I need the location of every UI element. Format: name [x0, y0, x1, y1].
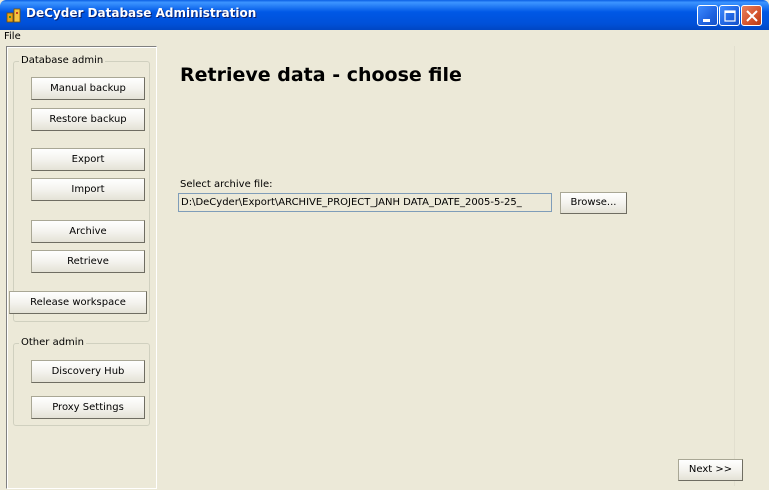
maximize-icon: [724, 10, 736, 22]
retrieve-button[interactable]: Retrieve: [31, 250, 145, 273]
release-workspace-button[interactable]: Release workspace: [9, 291, 147, 314]
window-title: DeCyder Database Administration: [26, 6, 257, 20]
title-bar[interactable]: DeCyder Database Administration: [0, 0, 769, 30]
close-icon: [746, 10, 758, 22]
app-window: DeCyder Database Administration File Dat…: [0, 0, 769, 490]
archive-file-input[interactable]: D:\DeCyder\Export\ARCHIVE_PROJECT_JANH D…: [178, 193, 552, 212]
restore-backup-button[interactable]: Restore backup: [31, 108, 145, 131]
other-admin-legend: Other admin: [19, 337, 86, 348]
menu-file[interactable]: File: [4, 31, 21, 42]
proxy-settings-button[interactable]: Proxy Settings: [31, 396, 145, 419]
manual-backup-button[interactable]: Manual backup: [31, 77, 145, 100]
export-button[interactable]: Export: [31, 148, 145, 171]
archive-button[interactable]: Archive: [31, 220, 145, 243]
panel-divider: [734, 46, 735, 486]
page-title: Retrieve data - choose file: [180, 64, 462, 86]
archive-file-label: Select archive file:: [180, 179, 273, 190]
menu-bar: File: [0, 30, 769, 45]
minimize-button[interactable]: [697, 5, 718, 26]
import-button[interactable]: Import: [31, 178, 145, 201]
next-button[interactable]: Next >>: [678, 459, 743, 481]
sidebar: Database admin Manual backup Restore bac…: [6, 46, 157, 489]
close-button[interactable]: [741, 5, 762, 26]
minimize-icon: [703, 19, 710, 22]
database-admin-legend: Database admin: [19, 55, 106, 66]
browse-button[interactable]: Browse...: [560, 192, 627, 214]
discovery-hub-button[interactable]: Discovery Hub: [31, 360, 145, 383]
maximize-button[interactable]: [719, 5, 740, 26]
database-app-icon: [6, 7, 22, 23]
